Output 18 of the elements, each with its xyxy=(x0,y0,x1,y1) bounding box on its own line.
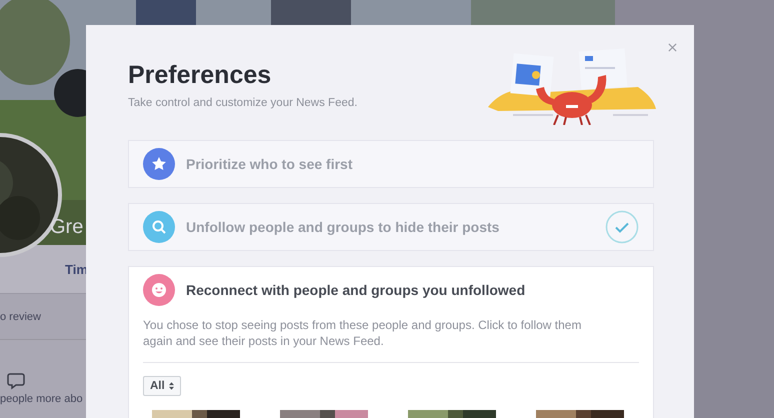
option-label: Unfollow people and groups to hide their posts xyxy=(186,219,500,235)
section-description: You chose to stop seeing posts from these people and groups. Click to follow them again and see their posts in your News Feed. xyxy=(143,317,582,349)
option-label: Prioritize who to see first xyxy=(186,156,354,172)
preference-option[interactable]: Reconnect with people and groups you unfollowed You chose to stop seeing posts from these people and groups. Click to follow them again and see their posts in your News Feed. All xyxy=(128,266,654,418)
sort-icon xyxy=(168,382,174,390)
close-icon[interactable] xyxy=(668,43,677,52)
preference-option[interactable]: Prioritize who to see first xyxy=(128,140,654,188)
review-text: o review xyxy=(0,310,41,322)
round-icon xyxy=(143,211,175,243)
comment-icon xyxy=(7,372,25,390)
dialog-title: Preferences xyxy=(128,61,272,90)
round-icon xyxy=(143,274,175,306)
round-icon xyxy=(143,148,175,180)
filter-select[interactable]: All xyxy=(143,376,181,396)
option-label: Reconnect with people and groups you unfollowed xyxy=(186,282,526,298)
dialog-subtitle: Take control and customize your News Feed. xyxy=(128,97,358,109)
footer-text: people more abo xyxy=(0,393,84,405)
preference-option[interactable]: Unfollow people and groups to hide their posts xyxy=(128,203,654,251)
